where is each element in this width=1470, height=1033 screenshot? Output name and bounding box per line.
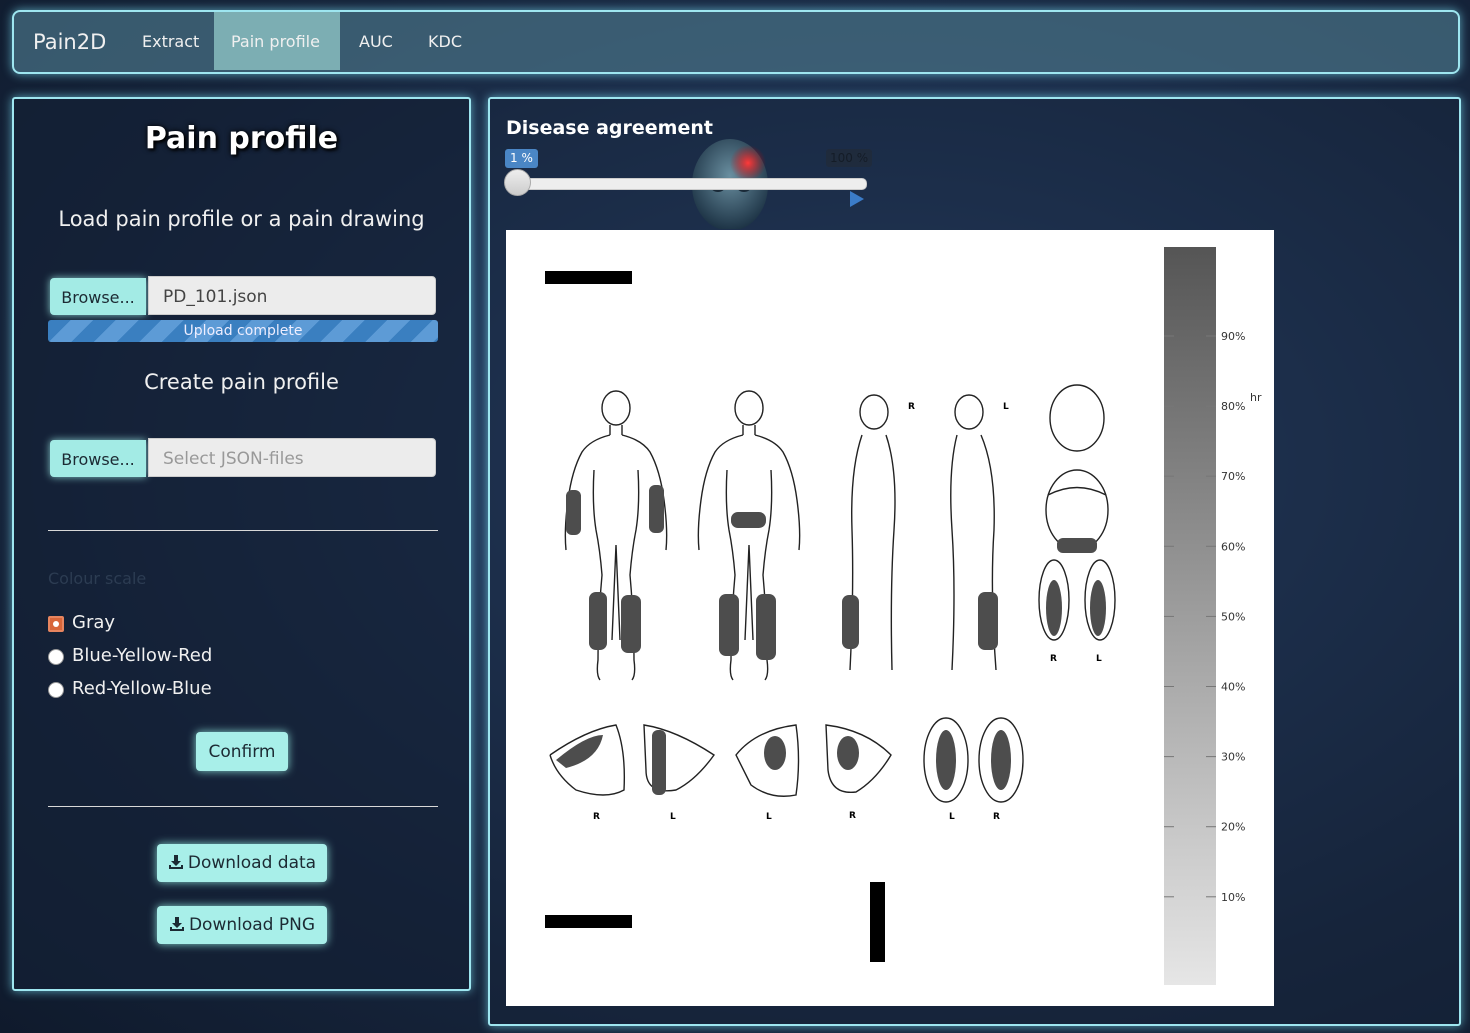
label-side-left: L: [1003, 402, 1009, 412]
label-feet-r: R: [1050, 654, 1057, 664]
colorbar-tick-label: 30%: [1221, 751, 1245, 764]
download-png-button[interactable]: Download PNG: [157, 906, 327, 944]
download-icon: [169, 917, 184, 931]
label-hand-3: L: [766, 812, 772, 822]
divider: [48, 530, 438, 531]
label-sole-1: L: [949, 812, 955, 822]
load-file-name[interactable]: PD_101.json: [148, 276, 436, 315]
label-feet-l: L: [1096, 654, 1102, 664]
colorbar-tick-label: 50%: [1221, 610, 1245, 623]
label-hand-2: L: [670, 812, 676, 822]
upload-progress-bar: Upload complete: [48, 320, 438, 342]
tab-extract[interactable]: Extract: [125, 12, 216, 70]
tab-kdc[interactable]: KDC: [411, 12, 479, 70]
sidebar-panel: Pain profile Load pain profile or a pain…: [12, 97, 471, 991]
navbar: Pain2D Extract Pain profile AUC KDC: [12, 10, 1460, 74]
colorbar-tick-label: 60%: [1221, 540, 1245, 553]
create-file-placeholder[interactable]: Select JSON-files: [148, 438, 436, 477]
colorbar-tick-label: 70%: [1221, 470, 1245, 483]
create-browse-button[interactable]: Browse...: [50, 440, 146, 477]
disease-agreement-title: Disease agreement: [506, 117, 713, 139]
download-data-label: Download data: [187, 853, 317, 873]
agreement-slider-handle[interactable]: [504, 169, 531, 196]
download-data-button[interactable]: Download data: [157, 844, 327, 882]
download-png-label: Download PNG: [188, 915, 316, 935]
radio-button[interactable]: [48, 682, 64, 698]
panel-title: Pain profile: [144, 121, 339, 156]
label-hand-4: R: [849, 811, 856, 821]
load-browse-button[interactable]: Browse...: [50, 278, 146, 315]
create-file-input[interactable]: Browse... Select JSON-files: [48, 438, 438, 478]
radio-label: Gray: [72, 612, 116, 633]
load-file-input[interactable]: Browse... PD_101.json: [48, 276, 438, 316]
divider: [48, 806, 438, 807]
brand[interactable]: Pain2D: [33, 30, 106, 54]
colorbar-tick-label: 10%: [1221, 891, 1245, 904]
tab-pain-profile[interactable]: Pain profile: [214, 12, 340, 70]
vertical-bar: [870, 882, 885, 962]
agreement-slider-track[interactable]: [510, 178, 867, 190]
play-icon[interactable]: [850, 191, 864, 207]
label-hand-1: R: [593, 812, 600, 822]
radio-label: Red-Yellow-Blue: [72, 678, 212, 699]
scale-bar-bottom: [545, 915, 632, 928]
body-front: [564, 390, 668, 681]
download-icon: [168, 855, 183, 869]
radio-button[interactable]: [48, 649, 64, 665]
create-label: Create pain profile: [144, 370, 339, 394]
tab-auc[interactable]: AUC: [342, 12, 410, 70]
confirm-button[interactable]: Confirm: [196, 732, 288, 771]
colorbar-tick-label: 20%: [1221, 821, 1245, 834]
color-scheme-label: Colour scale: [48, 569, 147, 588]
radio-label: Blue-Yellow-Red: [72, 645, 213, 666]
pain-profile-figure: R L R L R L L R L R 90% 80% 70% 60% 50% 40% 30…: [506, 230, 1274, 1006]
colorbar-tick-label: 90%: [1221, 330, 1245, 343]
label-sole-2: R: [993, 812, 1000, 822]
slider-max-label: 100 %: [826, 149, 873, 167]
colorbar-label: hr: [1250, 391, 1262, 404]
colorbar-tick-label: 40%: [1221, 681, 1245, 694]
pain-regions: [556, 485, 1106, 795]
scale-bar-top: [545, 271, 632, 284]
label-side-right: R: [908, 402, 915, 412]
main-panel: Disease agreement 1 % 100 % R L R L R L …: [488, 97, 1461, 1026]
load-label: Load pain profile or a pain drawing: [58, 207, 425, 231]
slider-value-badge: 1 %: [505, 149, 538, 168]
body-back: [697, 390, 801, 681]
pain-drawing-svg: R L R L R L L R L R 90% 80% 70% 60% 50% 40% 30…: [545, 247, 1262, 985]
colorbar-tick-label: 80%: [1221, 400, 1245, 413]
radio-button-checked[interactable]: [48, 616, 64, 632]
